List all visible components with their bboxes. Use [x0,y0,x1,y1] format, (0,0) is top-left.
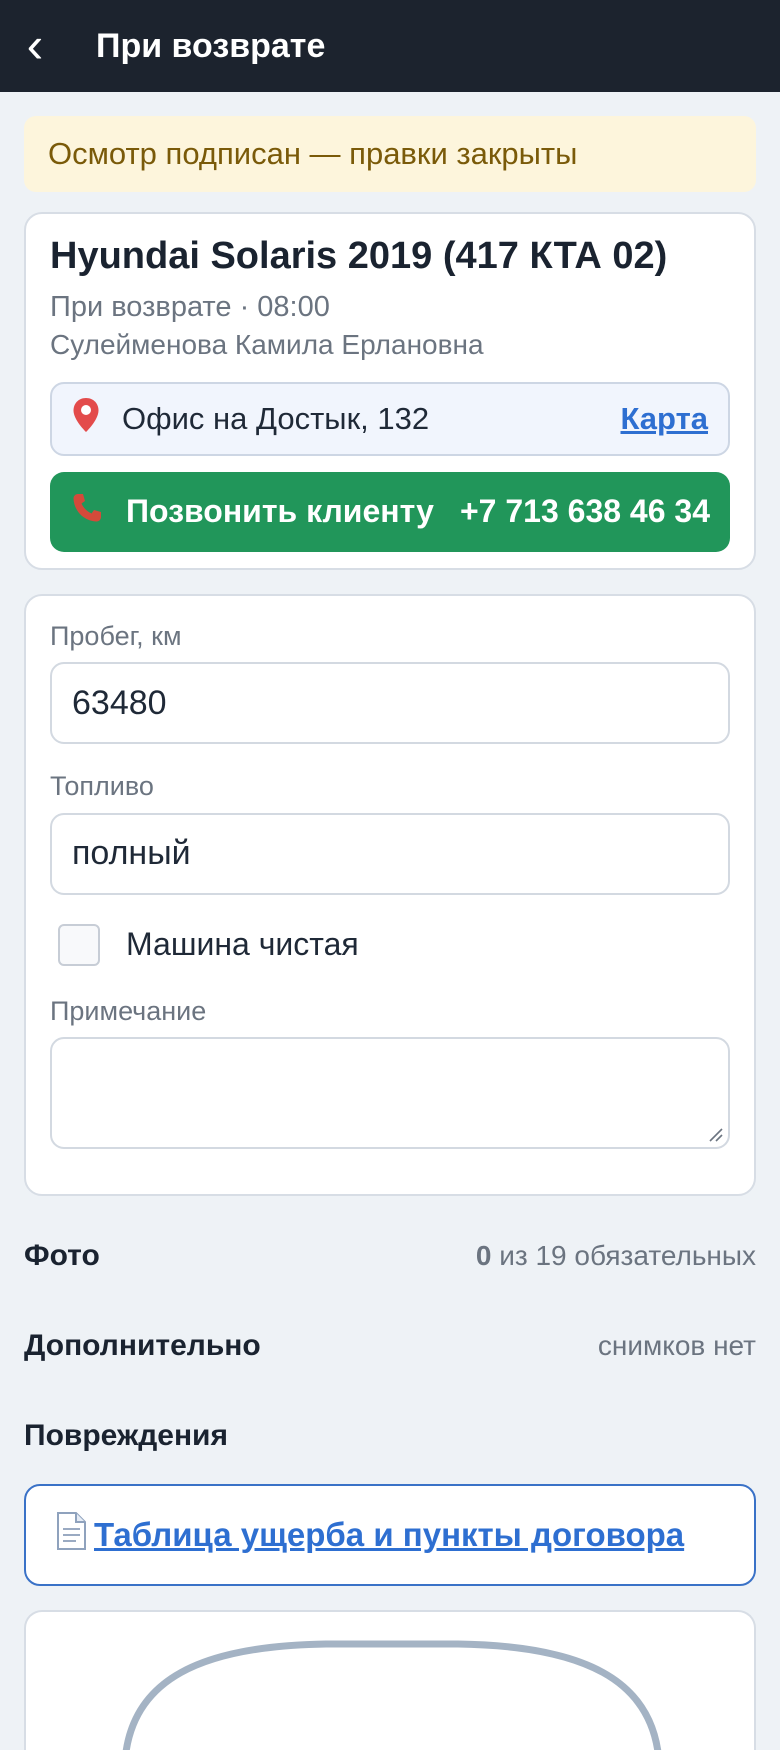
fuel-input[interactable]: полный [50,812,730,895]
mileage-input[interactable]: 63480 [50,662,730,745]
map-link[interactable]: Карта [621,401,709,437]
note-textarea[interactable] [50,1037,730,1150]
call-client-label: Позвонить клиенту [126,493,434,530]
inspection-form: Пробег, км 63480 Топливо полный Машина ч… [24,594,756,1196]
location-address: Офис на Достык, 132 [122,400,430,436]
photos-count: 0 из 19 обязательных [476,1240,756,1272]
call-client-button[interactable]: Позвонить клиенту +7 713 638 46 34 [50,471,730,552]
photos-section[interactable]: Фото 0 из 19 обязательных [24,1226,756,1286]
chevron-left-icon: ‹ [26,17,44,73]
clean-checkbox[interactable] [58,923,100,966]
document-icon [54,1511,88,1560]
damage-table-link: Таблица ущерба и пункты договора [94,1516,685,1553]
damage-section-header: Повреждения [24,1406,756,1466]
resize-grip-icon[interactable] [708,1127,724,1143]
photos-done-count: 0 [475,1240,492,1271]
stage-time: При возврате · 08:00 [50,290,330,323]
clean-checkbox-row[interactable]: Машина чистая [50,921,730,969]
client-phone-number: +7 713 638 46 34 [459,493,710,530]
map-pin-icon [72,397,106,441]
phone-icon [70,491,110,533]
fuel-label: Топливо [50,771,154,802]
locked-banner-text: Осмотр подписан — правки закрыты [48,136,578,171]
car-title: Hyundai Solaris 2019 (417 КТА 02) [50,235,668,277]
back-button[interactable]: ‹ [0,0,70,92]
extra-section[interactable]: Дополнительно снимков нет [24,1316,756,1376]
car-damage-diagram[interactable] [24,1610,756,1750]
fuel-value: полный [72,834,191,873]
note-label: Примечание [50,995,207,1026]
mileage-label: Пробег, км [50,621,182,651]
booking-card: Hyundai Solaris 2019 (417 КТА 02) При во… [24,212,756,570]
photos-required-text: из 19 обязательных [491,1240,756,1271]
top-bar: ‹ При возврате [0,0,780,92]
location-box: Офис на Достык, 132 Карта [50,381,730,456]
clean-checkbox-label: Машина чистая [126,926,359,963]
client-name: Сулейменова Камила Ерлановна [50,329,484,361]
photos-title: Фото [24,1239,100,1272]
mileage-value: 63480 [72,683,167,722]
extra-meta: снимков нет [597,1330,756,1361]
car-outline-icon [122,1640,662,1750]
extra-title: Дополнительно [24,1329,261,1362]
page-title: При возврате [96,26,326,65]
damage-title: Повреждения [24,1419,229,1452]
main-content: Осмотр подписан — правки закрыты Hyundai… [24,116,756,1750]
damage-table-button[interactable]: Таблица ущерба и пункты договора [24,1484,756,1586]
locked-banner: Осмотр подписан — правки закрыты [24,116,756,192]
